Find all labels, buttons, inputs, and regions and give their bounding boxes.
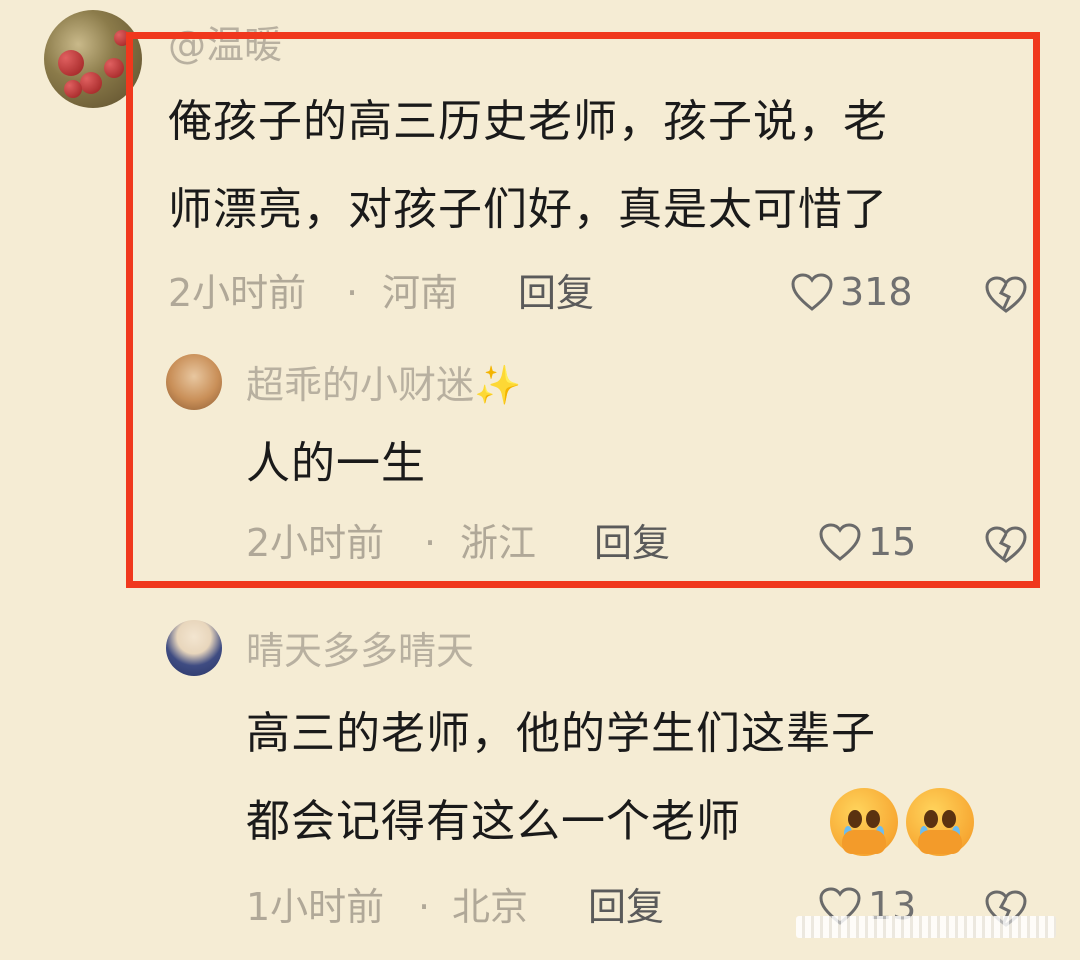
comment2-text-line2: 都会记得有这么一个老师 [246,796,741,847]
comment2-text-line1: 高三的老师，他的学生们这辈子 [246,708,876,759]
avatar-comment2[interactable] [166,620,222,676]
comment2-time: 1小时前 [246,885,385,929]
username-comment2[interactable]: 晴天多多晴天 [246,632,474,670]
highlight-box [126,32,1040,588]
comment2-reply-button[interactable]: 回复 [588,888,664,926]
comment-thread: @温暖 俺孩子的高三历史老师，孩子说，老 师漂亮，对孩子们好，真是太可惜了 2小… [0,0,1080,960]
pleading-face-icon [906,788,974,856]
comment2-location: 北京 [452,885,529,929]
comment2-separator: · [418,885,431,929]
watermark [796,916,1056,938]
pleading-face-icon [830,788,898,856]
